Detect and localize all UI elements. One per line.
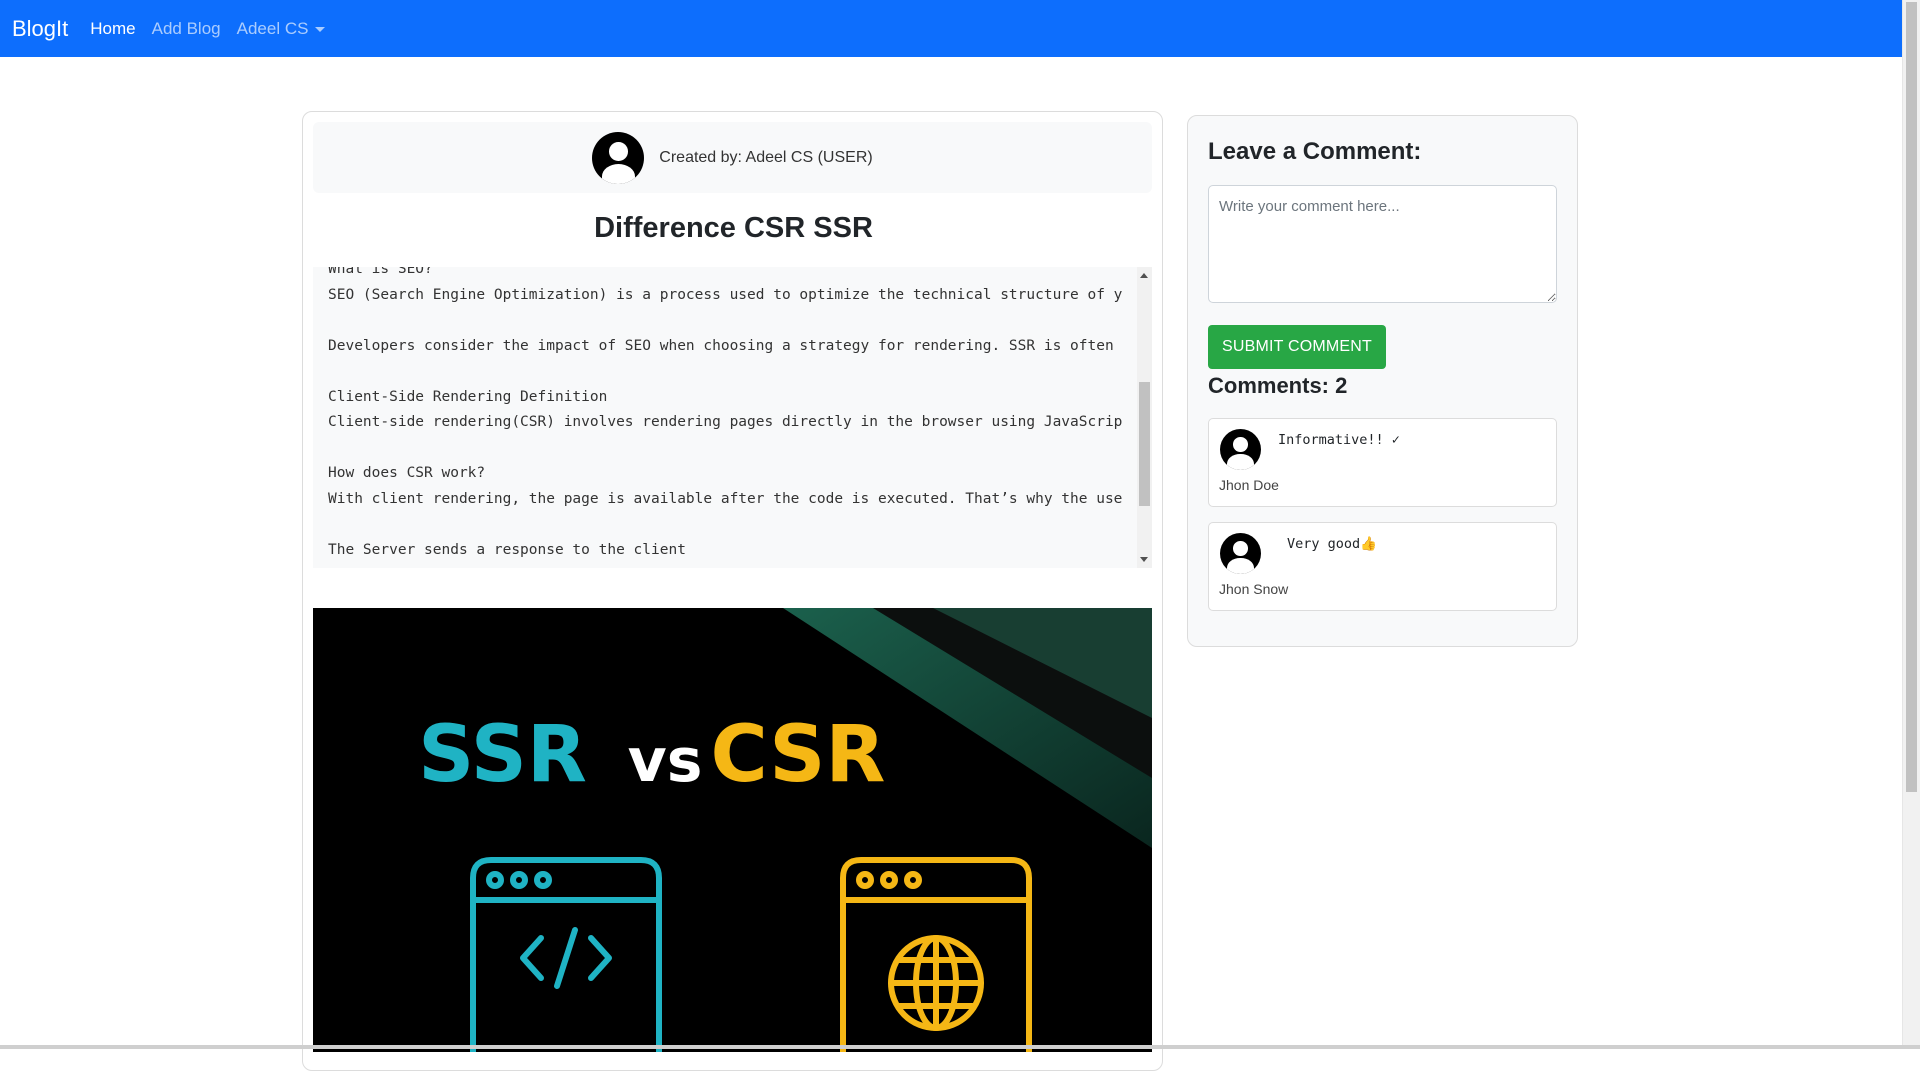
scroll-down-arrow-icon[interactable] <box>1140 557 1148 562</box>
content-line: Client-Side Rendering Definition <box>328 388 608 405</box>
content-line: How does CSR work? <box>328 465 486 481</box>
content-line <box>328 308 1123 334</box>
commenter-avatar-icon <box>1220 429 1261 470</box>
nav-link-home[interactable]: Home <box>90 19 135 39</box>
csr-graphic-text: CSR <box>711 710 886 800</box>
comment-textarea[interactable] <box>1208 185 1557 303</box>
content-line: Client-side rendering(CSR) involves rend… <box>328 414 1123 430</box>
navbar: BlogIt Home Add Blog Adeel CS <box>0 0 1902 57</box>
created-by-text: Created by: Adeel CS (USER) <box>659 148 873 166</box>
content-line <box>328 512 1123 538</box>
comments-count: Comments: 2 <box>1208 373 1348 398</box>
blog-post-card: Created by: Adeel CS (USER) Difference C… <box>302 111 1163 1071</box>
comment-panel: Leave a Comment: SUBMIT COMMENT Comments… <box>1187 115 1578 647</box>
content-line: Browser loads JS <box>328 563 1123 568</box>
post-content-scroll-area[interactable]: What is SEO? SEO (Search Engine Optimizat… <box>313 267 1152 568</box>
content-scrollbar[interactable] <box>1137 267 1152 568</box>
content-line: What is SEO? <box>328 267 433 277</box>
page-scrollbar-thumb[interactable] <box>1906 2 1917 792</box>
submit-comment-button[interactable]: SUBMIT COMMENT <box>1208 325 1386 369</box>
comment-author: Jhon Doe <box>1219 477 1279 493</box>
vs-graphic-text: vs <box>628 726 703 796</box>
post-image: SSR vs CSR <box>313 608 1152 1052</box>
content-line <box>328 436 1123 462</box>
nav-user-dropdown[interactable]: Adeel CS <box>237 19 326 39</box>
leave-comment-heading: Leave a Comment: <box>1208 138 1422 165</box>
comment-text: Very good👍 <box>1287 536 1377 552</box>
author-bar: Created by: Adeel CS (USER) <box>313 122 1152 193</box>
user-avatar-icon <box>592 131 645 184</box>
comment-item: Informative!! ✓ Jhon Doe <box>1208 418 1557 507</box>
page-scrollbar[interactable] <box>1902 0 1920 1049</box>
content-line: The Server sends a response to the clien… <box>328 541 686 558</box>
post-content-text: What is SEO? SEO (Search Engine Optimizat… <box>328 267 1123 568</box>
content-line: With client rendering, the page is avail… <box>328 490 1123 507</box>
post-title: Difference CSR SSR <box>594 212 873 244</box>
brand-logo[interactable]: BlogIt <box>12 16 68 42</box>
comment-author: Jhon Snow <box>1219 581 1289 597</box>
comment-item: Very good👍 Jhon Snow <box>1208 522 1557 611</box>
bottom-edge <box>0 1045 1920 1049</box>
content-line: SEO (Search Engine Optimization) is a pr… <box>328 286 1123 303</box>
commenter-avatar-icon <box>1220 533 1261 574</box>
user-dropdown-label: Adeel CS <box>236 18 309 38</box>
ssr-graphic-text: SSR <box>418 710 587 800</box>
content-line <box>328 359 1123 385</box>
content-line: Developers consider the impact of SEO wh… <box>328 337 1114 354</box>
ssr-vs-csr-graphic: SSR vs CSR <box>313 608 1152 1052</box>
scroll-up-arrow-icon[interactable] <box>1140 273 1148 278</box>
nav-link-add-blog[interactable]: Add Blog <box>152 19 221 39</box>
comment-text: Informative!! ✓ <box>1278 432 1400 448</box>
caret-down-icon <box>315 27 326 32</box>
content-scrollbar-thumb[interactable] <box>1139 382 1150 506</box>
